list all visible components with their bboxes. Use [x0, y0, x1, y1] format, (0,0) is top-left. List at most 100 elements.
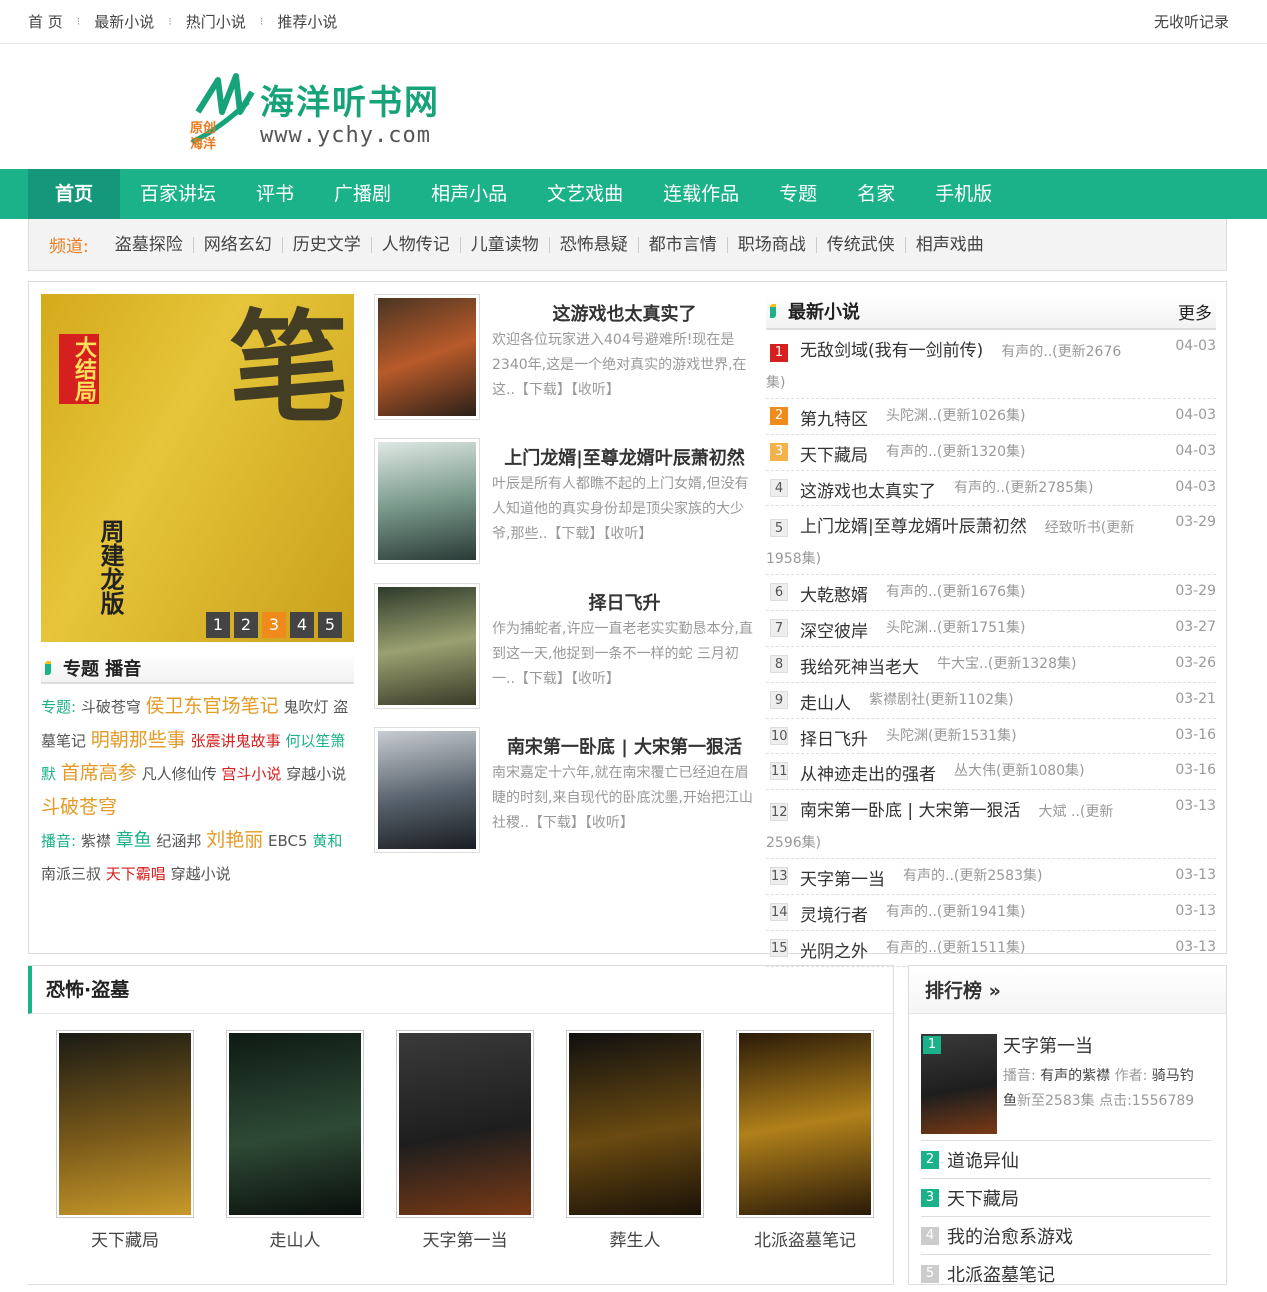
channel-item[interactable]: 都市言情 — [639, 236, 728, 253]
latest-row[interactable]: 5 上门龙婿|至尊龙婿叶辰萧初然 经致听书(更新 1958集) 03-29 — [766, 506, 1216, 576]
ranking-top-item[interactable]: 1 天字第一当 播音: 有声的紫襟 作者: 骑马钓鱼新至2583集 点击:155… — [921, 1032, 1211, 1140]
book-title[interactable]: 走山人 — [226, 1226, 364, 1251]
nav-radio-drama[interactable]: 广播剧 — [314, 169, 411, 219]
latest-title[interactable]: 光阴之外 — [800, 937, 868, 962]
latest-row[interactable]: 8 我给死神当老大 牛大宝..(更新1328集) 03-26 — [766, 647, 1216, 683]
book-cover[interactable] — [374, 438, 480, 564]
featured-title[interactable]: 这游戏也太真实了 — [492, 300, 757, 326]
channel-item[interactable]: 网络玄幻 — [194, 236, 283, 253]
latest-title[interactable]: 上门龙婿|至尊龙婿叶辰萧初然 — [800, 517, 1027, 537]
latest-row[interactable]: 6 大乾憨婿 有声的..(更新1676集) 03-29 — [766, 575, 1216, 612]
latest-row[interactable]: 13 天字第一当 有声的..(更新2583集) 03-13 — [766, 859, 1216, 895]
ranking-item[interactable]: 2 道诡异仙 — [921, 1140, 1211, 1178]
nav-opera[interactable]: 文艺戏曲 — [527, 169, 643, 219]
book-card[interactable]: 葬生人 — [566, 1030, 704, 1251]
latest-row[interactable]: 14 灵境行者 有声的..(更新1941集) 03-13 — [766, 895, 1216, 931]
latest-row[interactable]: 15 光阴之外 有声的..(更新1511集) 03-13 — [766, 931, 1216, 967]
ranking-item[interactable]: 5 北派盗墓笔记 — [921, 1254, 1211, 1292]
book-card[interactable]: 天下藏局 — [56, 1030, 194, 1251]
book-title[interactable]: 葬生人 — [566, 1226, 704, 1251]
channel-item[interactable]: 职场商战 — [728, 236, 817, 253]
slider-page-active[interactable]: 3 — [262, 612, 286, 638]
top-link-hot[interactable]: 热门小说 — [186, 11, 246, 32]
book-cover[interactable] — [226, 1030, 364, 1218]
book-card[interactable]: 北派盗墓笔记 — [736, 1030, 874, 1251]
latest-title[interactable]: 我给死神当老大 — [800, 653, 919, 678]
latest-row[interactable]: 11 从神迹走出的强者 丛大伟(更新1080集) 03-16 — [766, 754, 1216, 791]
nav-masters[interactable]: 名家 — [837, 169, 915, 219]
latest-extra: 有声的..(更新1511集) — [886, 939, 1026, 956]
book-cover[interactable] — [736, 1030, 874, 1218]
listen-history-link[interactable]: 无收听记录 — [1154, 11, 1229, 32]
latest-row[interactable]: 2 第九特区 头陀渊..(更新1026集) 04-03 — [766, 399, 1216, 435]
book-cover[interactable] — [374, 583, 480, 709]
nav-serial[interactable]: 连载作品 — [643, 169, 759, 219]
section-title[interactable]: 排行榜 » — [909, 966, 1226, 1014]
latest-row[interactable]: 4 这游戏也太真实了 有声的..(更新2785集) 04-03 — [766, 471, 1216, 507]
latest-title[interactable]: 第九特区 — [800, 405, 868, 430]
slider-page[interactable]: 5 — [318, 612, 342, 638]
nav-topics[interactable]: 专题 — [759, 169, 837, 219]
latest-title[interactable]: 走山人 — [800, 689, 851, 714]
slider-page[interactable]: 2 — [234, 612, 258, 638]
latest-row[interactable]: 7 深空彼岸 头陀渊..(更新1751集) 03-27 — [766, 611, 1216, 647]
book-cover[interactable] — [56, 1030, 194, 1218]
latest-title[interactable]: 深空彼岸 — [800, 617, 868, 642]
latest-title[interactable]: 从神迹走出的强者 — [800, 760, 936, 785]
featured-title[interactable]: 择日飞升 — [492, 589, 757, 615]
nav-pingshu[interactable]: 评书 — [236, 169, 314, 219]
channel-item[interactable]: 历史文学 — [283, 236, 372, 253]
nav-baijia[interactable]: 百家讲坛 — [120, 169, 236, 219]
channel-item[interactable]: 人物传记 — [372, 236, 461, 253]
rank-number: 1 — [770, 344, 788, 362]
latest-row[interactable]: 9 走山人 紫襟剧社(更新1102集) 03-21 — [766, 683, 1216, 719]
banner-slider[interactable]: 大结局 盗墓笔 周建龙版 1 2 3 4 5 — [41, 294, 354, 642]
featured-item[interactable]: 南宋第一卧底 | 大宋第一狠活 南宋嘉定十六年,就在南宋覆亡已经迫在眉睫的时刻,… — [374, 727, 757, 853]
book-cover[interactable] — [396, 1030, 534, 1218]
top-link-latest[interactable]: 最新小说 — [94, 11, 154, 32]
channel-item[interactable]: 传统武侠 — [817, 236, 906, 253]
latest-title[interactable]: 大乾憨婿 — [800, 581, 868, 606]
channel-item[interactable]: 相声戏曲 — [906, 236, 994, 253]
featured-item[interactable]: 择日飞升 作为捕蛇者,许应一直老老实实勤恳本分,直到这一天,他捉到一条不一样的蛇… — [374, 583, 757, 709]
site-logo[interactable]: 原创 海洋 海洋听书网 www.ychy.com — [188, 72, 440, 158]
nav-mobile[interactable]: 手机版 — [915, 169, 1012, 219]
book-cover[interactable] — [374, 294, 480, 420]
channel-item[interactable]: 盗墓探险 — [105, 236, 194, 253]
slider-page[interactable]: 4 — [290, 612, 314, 638]
latest-title[interactable]: 灵境行者 — [800, 901, 868, 926]
featured-title[interactable]: 上门龙婿|至尊龙婿叶辰萧初然 — [492, 444, 757, 470]
latest-title[interactable]: 这游戏也太真实了 — [800, 477, 936, 502]
ranking-item[interactable]: 4 我的治愈系游戏 — [921, 1216, 1211, 1254]
rank-number: 8 — [770, 654, 788, 673]
book-title[interactable]: 天字第一当 — [396, 1226, 534, 1251]
ranking-top-title[interactable]: 天字第一当 — [1003, 1032, 1093, 1058]
book-card[interactable]: 走山人 — [226, 1030, 364, 1251]
latest-row[interactable]: 3 天下藏局 有声的..(更新1320集) 04-03 — [766, 435, 1216, 471]
latest-row[interactable]: 12 南宋第一卧底 | 大宋第一狠活 大斌 ..(更新 2596集) 03-13 — [766, 790, 1216, 860]
latest-title[interactable]: 天下藏局 — [800, 441, 868, 466]
latest-title[interactable]: 择日飞升 — [800, 725, 868, 750]
channel-item[interactable]: 恐怖悬疑 — [550, 236, 639, 253]
latest-title[interactable]: 天字第一当 — [800, 865, 885, 890]
top-link-recommend[interactable]: 推荐小说 — [277, 11, 337, 32]
channel-item[interactable]: 儿童读物 — [461, 236, 550, 253]
slider-page[interactable]: 1 — [206, 612, 230, 638]
featured-item[interactable]: 这游戏也太真实了 欢迎各位玩家进入404号避难所!现在是2340年,这是一个绝对… — [374, 294, 757, 420]
latest-title[interactable]: 南宋第一卧底 | 大宋第一狠活 — [800, 801, 1021, 821]
latest-row[interactable]: 10 择日飞升 头陀渊(更新1531集) 03-16 — [766, 719, 1216, 755]
ranking-item[interactable]: 3 天下藏局 — [921, 1178, 1211, 1216]
nav-crosstalk[interactable]: 相声小品 — [411, 169, 527, 219]
top-link-home[interactable]: 首 页 — [28, 11, 63, 32]
latest-title[interactable]: 无敌剑域(我有一剑前传) — [800, 341, 983, 361]
featured-title[interactable]: 南宋第一卧底 | 大宋第一狠活 — [492, 733, 757, 759]
nav-home[interactable]: 首页 — [28, 169, 121, 219]
book-cover[interactable] — [374, 727, 480, 853]
featured-item[interactable]: 上门龙婿|至尊龙婿叶辰萧初然 叶辰是所有人都瞧不起的上门女婿,但没有人知道他的真… — [374, 438, 757, 564]
more-link[interactable]: 更多 — [1178, 299, 1212, 324]
latest-row[interactable]: 1 无敌剑域(我有一剑前传) 有声的..(更新2676 集) 04-03 — [766, 330, 1216, 399]
book-card[interactable]: 天字第一当 — [396, 1030, 534, 1251]
book-title[interactable]: 天下藏局 — [56, 1226, 194, 1251]
book-title[interactable]: 北派盗墓笔记 — [736, 1226, 874, 1251]
book-cover[interactable] — [566, 1030, 704, 1218]
